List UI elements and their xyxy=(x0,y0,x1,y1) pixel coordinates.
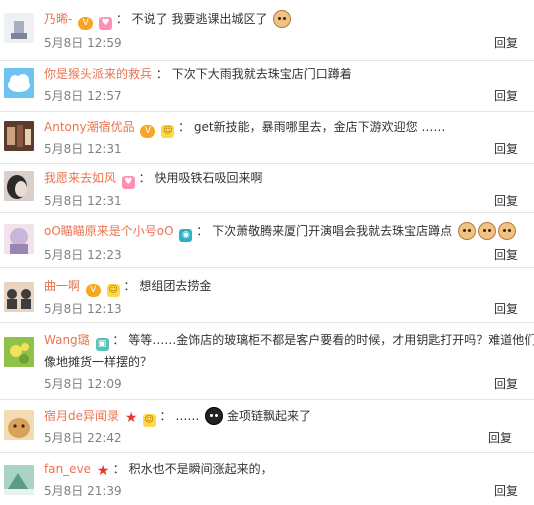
colon: ： xyxy=(138,171,151,185)
doge-emoji-icon xyxy=(477,222,496,240)
comment-timestamp: 5月8日 21:39 xyxy=(44,484,122,498)
reply-button[interactable]: 回复 xyxy=(494,483,518,499)
reply-button[interactable]: 回复 xyxy=(494,193,518,209)
comment-username[interactable]: 曲一啊 xyxy=(44,279,80,293)
heart-icon[interactable]: ♥ xyxy=(99,17,112,30)
comment-timestamp: 5月8日 12:31 xyxy=(44,194,122,208)
colon: ： xyxy=(159,409,172,423)
reply-button[interactable]: 回复 xyxy=(494,141,518,157)
avatar[interactable] xyxy=(4,410,34,440)
comment-username[interactable]: 我愿来去如风 xyxy=(44,171,116,185)
comment-username[interactable]: oO瞄瞄原来是个小号oO xyxy=(44,224,174,238)
reply-button[interactable]: 回复 xyxy=(494,301,518,317)
comment-username[interactable]: Antony潮宿优品 xyxy=(44,120,135,134)
comment-username[interactable]: 宿月de异闻录 xyxy=(44,409,119,423)
tv-icon[interactable]: ▣ xyxy=(95,338,109,351)
colon: ： xyxy=(112,333,125,347)
face-icon[interactable]: ☺ xyxy=(106,284,120,297)
colon: ： xyxy=(178,120,191,134)
reply-button[interactable]: 回复 xyxy=(494,88,518,104)
heart-icon[interactable]: ♥ xyxy=(121,176,135,189)
comment-item: 曲一啊 V ☺ ： 想组团去捞金 5月8日 12:13 回复 xyxy=(0,267,534,323)
colon: ： xyxy=(155,67,168,81)
avatar[interactable] xyxy=(4,121,34,151)
comment-timestamp: 5月8日 12:31 xyxy=(44,142,122,156)
panda-emoji-icon xyxy=(205,407,224,425)
comment-text: 积水也不是瞬间涨起来的， xyxy=(128,462,273,476)
comment-text: 下次下大雨我就去珠宝店门口蹲着 xyxy=(171,67,352,81)
star-icon[interactable]: ★ xyxy=(97,464,110,478)
comment-timestamp: 5月8日 12:09 xyxy=(44,377,122,391)
comment-timestamp: 5月8日 12:59 xyxy=(44,36,122,50)
comment-item: 你是猴头派来的救兵 ： 下次下大雨我就去珠宝店门口蹲着 5月8日 12:57 回… xyxy=(0,60,534,112)
reply-button[interactable]: 回复 xyxy=(488,430,512,446)
comment-username[interactable]: fan_eve xyxy=(44,462,91,476)
comment-username[interactable]: Wang璐 xyxy=(44,333,90,347)
reply-button[interactable]: 回复 xyxy=(494,247,518,263)
comment-text: 想组团去捞金 xyxy=(139,279,212,293)
comment-text: 不说了 我要逃课出城区了 xyxy=(131,12,268,26)
comment-username[interactable]: 你是猴头派来的救兵 xyxy=(44,67,152,81)
vip-icon[interactable]: V xyxy=(85,284,101,297)
comment-text-after-emoji: 金项链飘起来了 xyxy=(227,409,312,423)
comment-text-continued: 像地摊货一样摆的？ xyxy=(44,355,153,369)
comment-text: 快用吸铁石吸回来啊 xyxy=(154,171,263,185)
camera-icon[interactable]: ◉ xyxy=(179,229,193,242)
comment-item: 宿月de异闻录 ★ ☺ ： …… 金项链飘起来了 5月8日 22:42 回复 xyxy=(0,399,534,453)
vip-icon[interactable]: V xyxy=(78,17,94,30)
comment-item: fan_eve ★ ： 积水也不是瞬间涨起来的， 5月8日 21:39 回复 xyxy=(0,452,534,505)
comment-username[interactable]: 乃晞- xyxy=(44,12,72,26)
comment-item: Wang璐 ▣ ： 等等……金饰店的玻璃柜不都是客户要看的时候，才用钥匙打开吗？… xyxy=(0,322,534,400)
comment-timestamp: 5月8日 12:57 xyxy=(44,89,122,103)
doge-emoji-icon xyxy=(497,222,516,240)
avatar[interactable] xyxy=(4,337,34,367)
avatar[interactable] xyxy=(4,282,34,312)
colon: ： xyxy=(112,462,125,476)
comment-item: 乃晞- V ♥ ： 不说了 我要逃课出城区了 5月8日 12:59 回复 xyxy=(0,0,534,61)
comment-timestamp: 5月8日 12:13 xyxy=(44,302,122,316)
comment-item: oO瞄瞄原来是个小号oO ◉ ： 下次萧敬腾来厦门开演唱会我就去珠宝店蹲点 5月… xyxy=(0,212,534,268)
face-icon[interactable]: ☺ xyxy=(161,125,175,138)
reply-button[interactable]: 回复 xyxy=(494,35,518,51)
vip-icon[interactable]: V xyxy=(140,125,156,138)
comment-text: get新技能，暴雨哪里去，金店下游欢迎您 …… xyxy=(193,120,446,134)
avatar[interactable] xyxy=(4,13,34,43)
reply-button[interactable]: 回复 xyxy=(494,376,518,392)
comment-timestamp: 5月8日 12:23 xyxy=(44,248,122,262)
comment-text: 下次萧敬腾来厦门开演唱会我就去珠宝店蹲点 xyxy=(212,224,453,238)
avatar[interactable] xyxy=(4,171,34,201)
doge-emoji-icon xyxy=(273,10,292,28)
doge-emoji-icon xyxy=(457,222,476,240)
colon: ： xyxy=(196,224,209,238)
comment-timestamp: 5月8日 22:42 xyxy=(44,431,122,445)
comment-item: 我愿来去如风 ♥ ： 快用吸铁石吸回来啊 5月8日 12:31 回复 xyxy=(0,163,534,213)
avatar[interactable] xyxy=(4,465,34,495)
colon: ： xyxy=(115,12,128,26)
avatar[interactable] xyxy=(4,68,34,98)
comment-item: Antony潮宿优品 V ☺ ： get新技能，暴雨哪里去，金店下游欢迎您 ……… xyxy=(0,111,534,164)
face-icon[interactable]: ☺ xyxy=(142,414,156,427)
comment-text: …… xyxy=(175,409,200,423)
star-icon[interactable]: ★ xyxy=(125,411,138,425)
comment-text: 等等……金饰店的玻璃柜不都是客户要看的时候，才用钥匙打开吗？难道他们那 xyxy=(128,333,534,347)
avatar[interactable] xyxy=(4,224,34,254)
colon: ： xyxy=(123,279,136,293)
